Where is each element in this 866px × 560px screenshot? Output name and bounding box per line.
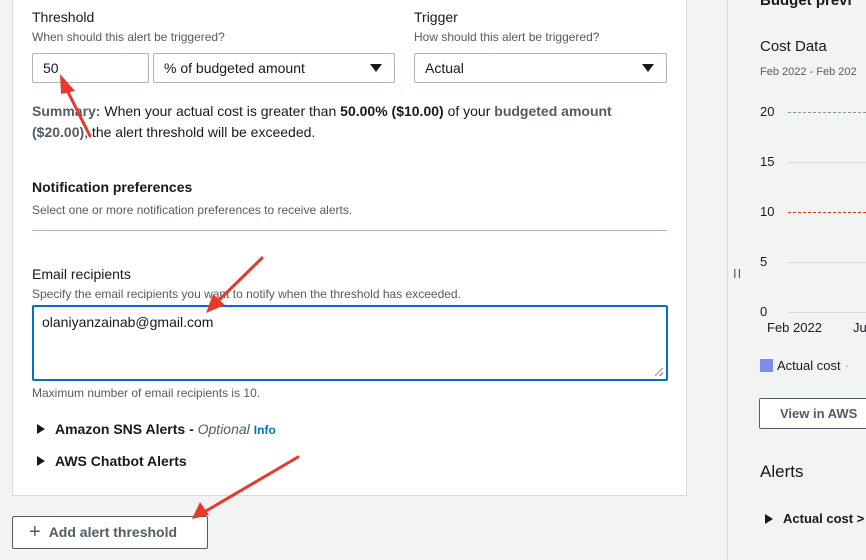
caret-right-icon bbox=[765, 513, 773, 524]
trigger-value: Actual bbox=[425, 60, 464, 76]
add-alert-threshold-button[interactable]: + Add alert threshold bbox=[12, 516, 208, 549]
summary-prefix: Summary: bbox=[32, 103, 101, 119]
caret-down-icon bbox=[642, 64, 654, 72]
summary-text-1: When your actual cost is greater than bbox=[100, 103, 341, 119]
sns-optional-label: Optional bbox=[197, 421, 250, 437]
legend-next-marker: · bbox=[844, 358, 849, 373]
trigger-description: How should this alert be triggered? bbox=[414, 30, 600, 44]
budget-threshold-line bbox=[788, 212, 866, 213]
threshold-description: When should this alert be triggered? bbox=[32, 30, 225, 44]
summary-text-2: of your bbox=[443, 103, 495, 119]
threshold-unit-value: % of budgeted amount bbox=[164, 60, 305, 76]
y-tick-20: 20 bbox=[760, 104, 775, 119]
section-divider bbox=[32, 230, 667, 231]
y-tick-0: 0 bbox=[760, 304, 768, 319]
sns-info-link[interactable]: Info bbox=[254, 423, 276, 437]
drag-handle-icon[interactable]: II bbox=[733, 266, 742, 281]
caret-down-icon bbox=[370, 64, 382, 72]
email-recipients-value: olaniyanzainab@gmail.com bbox=[42, 314, 214, 330]
notification-description: Select one or more notification preferen… bbox=[32, 203, 353, 217]
alert-item-expander[interactable]: Actual cost > bbox=[765, 511, 864, 526]
alerts-heading: Alerts bbox=[760, 462, 804, 481]
view-in-aws-button[interactable]: View in AWS bbox=[759, 398, 866, 429]
sns-alerts-label: Amazon SNS Alerts - bbox=[55, 421, 198, 437]
summary-text-3: , the alert threshold will be exceeded. bbox=[84, 124, 316, 140]
panel-splitter[interactable] bbox=[727, 0, 728, 560]
y-tick-10: 10 bbox=[760, 204, 775, 219]
plus-icon: + bbox=[29, 520, 41, 543]
sns-alerts-expander[interactable]: Amazon SNS Alerts - Optional Info bbox=[37, 421, 276, 437]
notification-heading: Notification preferences bbox=[32, 179, 193, 195]
chatbot-alerts-label: AWS Chatbot Alerts bbox=[55, 453, 187, 469]
trigger-select[interactable]: Actual bbox=[414, 53, 667, 83]
email-recipients-hint: Maximum number of email recipients is 10… bbox=[32, 386, 261, 400]
cost-data-title: Cost Data bbox=[760, 38, 827, 55]
chatbot-alerts-expander[interactable]: AWS Chatbot Alerts bbox=[37, 453, 187, 469]
email-recipients-label: Email recipients bbox=[32, 266, 131, 282]
email-recipients-textarea[interactable]: olaniyanzainab@gmail.com bbox=[32, 305, 668, 381]
x-tick-feb-2022: Feb 2022 bbox=[767, 320, 822, 335]
email-recipients-description: Specify the email recipients you want to… bbox=[32, 287, 461, 301]
alert-item-label: Actual cost > bbox=[783, 511, 865, 526]
x-axis bbox=[788, 312, 866, 313]
gridline-20 bbox=[788, 112, 866, 113]
chart-legend: Actual cost · bbox=[760, 358, 849, 373]
gridline-15 bbox=[788, 162, 866, 163]
budget-preview-title: Budget previ bbox=[760, 0, 852, 9]
x-tick-ju: Ju bbox=[853, 320, 866, 335]
add-alert-threshold-label: Add alert threshold bbox=[48, 524, 178, 540]
gridline-5 bbox=[788, 262, 866, 263]
trigger-label: Trigger bbox=[414, 9, 458, 25]
alert-summary: Summary: When your actual cost is greate… bbox=[32, 101, 652, 143]
legend-actual-cost: Actual cost bbox=[777, 358, 841, 373]
caret-right-icon bbox=[37, 456, 45, 467]
caret-right-icon bbox=[37, 424, 45, 435]
threshold-input[interactable]: 50 bbox=[32, 53, 149, 83]
y-tick-15: 15 bbox=[760, 154, 775, 169]
resize-handle-icon[interactable] bbox=[655, 368, 663, 376]
summary-percent: 50.00% ($10.00) bbox=[340, 103, 444, 119]
cost-data-date-range: Feb 2022 - Feb 202 bbox=[760, 66, 857, 78]
threshold-unit-select[interactable]: % of budgeted amount bbox=[153, 53, 395, 83]
actual-cost-swatch bbox=[760, 359, 773, 373]
threshold-label: Threshold bbox=[32, 9, 95, 25]
y-tick-5: 5 bbox=[760, 254, 768, 269]
